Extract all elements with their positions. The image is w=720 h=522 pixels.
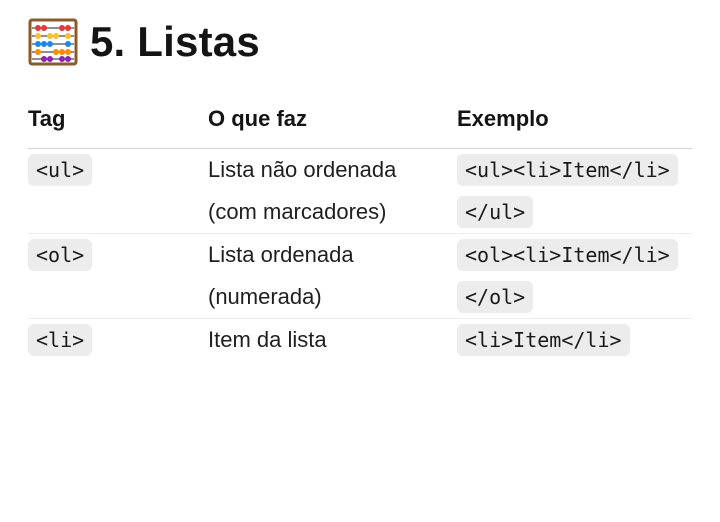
example-cell: <li>Item</li>: [457, 318, 692, 361]
table-row: <ul> Lista não ordenada (com marcadores)…: [28, 148, 692, 234]
description-text: Lista ordenada (numerada): [208, 241, 354, 309]
table-row: <li> Item da lista <li>Item</li>: [28, 318, 692, 361]
section-title: 5. Listas: [90, 18, 260, 65]
tag-cell: <li>: [28, 318, 208, 361]
table-header-row: Tag O que faz Exemplo: [28, 96, 692, 149]
tag-cell: <ol>: [28, 233, 208, 319]
column-header-tag: Tag: [28, 96, 208, 149]
example-code: <ol><li>Item</li></ol>: [457, 238, 678, 313]
description-cell: Lista ordenada (numerada): [208, 233, 457, 319]
column-header-description: O que faz: [208, 96, 457, 149]
example-code: <li>Item</li>: [457, 323, 630, 356]
document-page: 5. Listas Tag O que faz Exemplo <ul> Lis…: [0, 0, 720, 522]
tag-code: <ol>: [28, 238, 93, 271]
tag-code: <li>: [28, 323, 93, 356]
description-cell: Item da lista: [208, 318, 457, 361]
table-row: <ol> Lista ordenada (numerada) <ol><li>I…: [28, 233, 692, 319]
section-heading: 5. Listas: [28, 14, 260, 70]
description-cell: Lista não ordenada (com marcadores): [208, 148, 457, 234]
column-header-example: Exemplo: [457, 96, 692, 149]
description-text: Lista não ordenada (com marcadores): [208, 156, 397, 224]
tag-code: <ul>: [28, 153, 93, 186]
example-cell: <ul><li>Item</li></ul>: [457, 148, 692, 234]
description-text: Item da lista: [208, 326, 327, 352]
abacus-icon: [28, 18, 78, 66]
example-cell: <ol><li>Item</li></ol>: [457, 233, 692, 319]
example-code: <ul><li>Item</li></ul>: [457, 153, 678, 228]
tags-table: Tag O que faz Exemplo <ul> Lista não ord…: [28, 96, 692, 361]
tag-cell: <ul>: [28, 148, 208, 234]
